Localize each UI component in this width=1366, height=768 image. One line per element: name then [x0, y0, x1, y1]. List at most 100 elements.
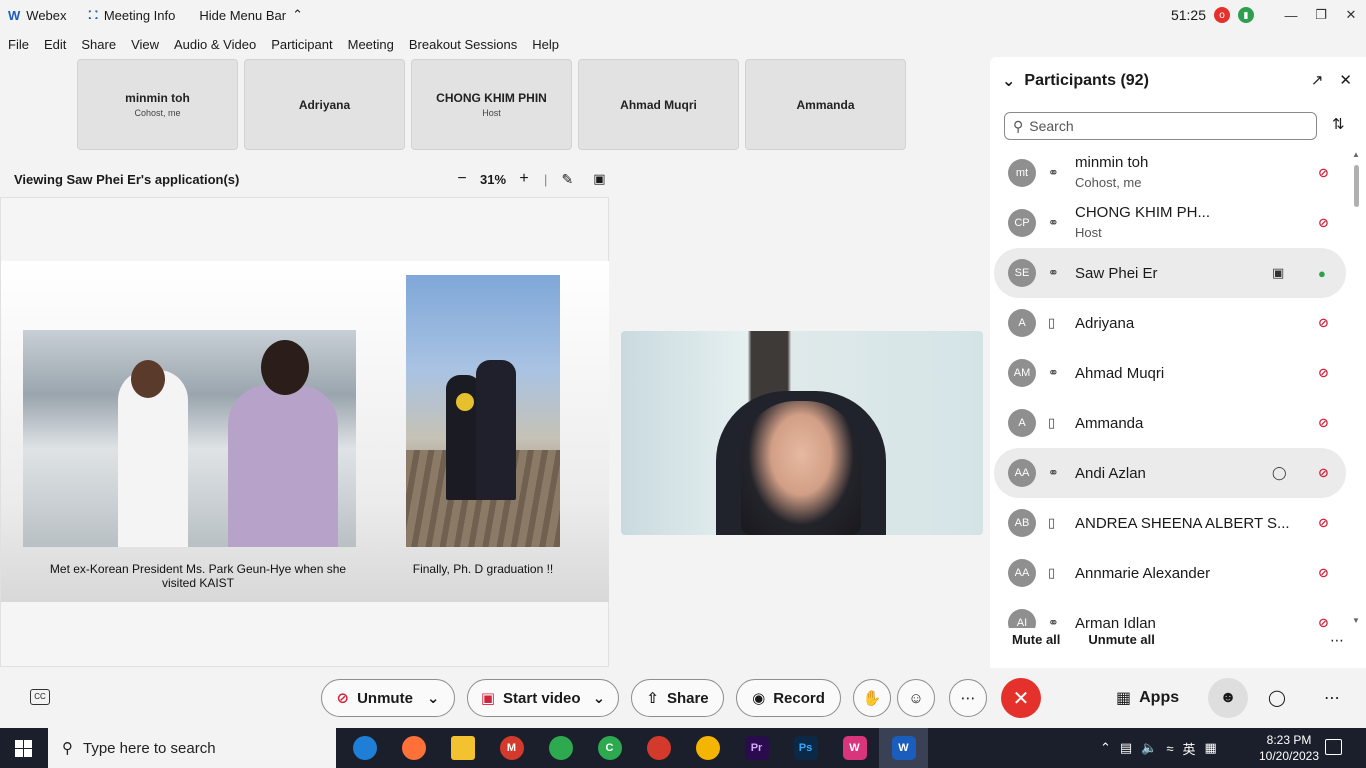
- participant-tile[interactable]: Ammanda: [745, 59, 906, 150]
- phone-icon: ▯: [1048, 315, 1056, 330]
- apps-button[interactable]: ▦ Apps: [1116, 688, 1179, 708]
- participants-panel: ⌄ Participants (92) ↗ ✕ ⚲ Search ⇅ mt ⚭ …: [990, 57, 1366, 668]
- mic-muted-icon[interactable]: ⊘: [1318, 615, 1329, 628]
- taskbar-app-webex[interactable]: W: [879, 728, 928, 768]
- participant-row[interactable]: A ▯ Adriyana ⊘: [994, 298, 1346, 348]
- mic-muted-icon[interactable]: ⊘: [1318, 215, 1329, 231]
- chevron-down-icon[interactable]: ⌄: [427, 689, 440, 707]
- taskbar-app-edge[interactable]: [340, 728, 389, 768]
- chevron-up-icon[interactable]: ⌃: [1100, 740, 1111, 756]
- pop-out-icon[interactable]: ↗: [1311, 71, 1324, 89]
- ime-grid-icon[interactable]: ▦: [1205, 740, 1217, 756]
- scroll-down-icon[interactable]: ▼: [1352, 616, 1360, 625]
- taskbar-app-chrome[interactable]: [683, 728, 732, 768]
- taskbar-app-premiere[interactable]: Pr: [732, 728, 781, 768]
- remote-control-icon[interactable]: ▣: [589, 171, 609, 187]
- more-options-icon[interactable]: ⋯: [949, 679, 987, 717]
- participant-row[interactable]: SE ⚭ Saw Phei Er ▣ ●: [994, 248, 1346, 298]
- meeting-info-button[interactable]: ⛚ Meeting Info: [89, 7, 176, 23]
- participant-tile[interactable]: CHONG KHIM PHIN Host: [411, 59, 572, 150]
- chevron-down-icon[interactable]: ⌄: [593, 689, 606, 707]
- notifications-icon[interactable]: [1325, 739, 1342, 755]
- hide-menu-bar-button[interactable]: Hide Menu Bar ⌃: [199, 7, 303, 23]
- collapse-chevron-icon[interactable]: ⌄: [1002, 71, 1015, 91]
- zoom-out-button[interactable]: −: [452, 170, 472, 188]
- annotate-icon[interactable]: ✎: [557, 171, 577, 188]
- participant-row[interactable]: AB ▯ ANDREA SHEENA ALBERT S... ⊘: [994, 498, 1346, 548]
- unmute-all-button[interactable]: Unmute all: [1088, 632, 1154, 647]
- sort-icon[interactable]: ⇅: [1332, 115, 1345, 133]
- participant-row[interactable]: AA ▯ Annmarie Alexander ⊘: [994, 548, 1346, 598]
- chat-icon[interactable]: ◯: [1268, 688, 1286, 708]
- raise-hand-icon[interactable]: ✋: [853, 679, 891, 717]
- participant-tile[interactable]: Adriyana: [244, 59, 405, 150]
- more-panels-icon[interactable]: ⋯: [1324, 688, 1340, 708]
- menu-edit[interactable]: Edit: [44, 37, 66, 52]
- mic-muted-icon[interactable]: ⊘: [1318, 515, 1329, 531]
- share-button[interactable]: ⇧ Share: [631, 679, 724, 717]
- participant-row[interactable]: A ▯ Ammanda ⊘: [994, 398, 1346, 448]
- taskbar-app-chrome-2[interactable]: [536, 728, 585, 768]
- mic-on-icon[interactable]: ●: [1318, 266, 1326, 281]
- participant-video[interactable]: [621, 331, 983, 535]
- participant-row[interactable]: AI ⚭ Arman Idlan ⊘: [994, 598, 1346, 628]
- unmute-button[interactable]: ⊘ Unmute ⌄: [321, 679, 455, 717]
- taskbar-app-photoshop[interactable]: Ps: [781, 728, 830, 768]
- taskbar-search-input[interactable]: ⚲ Type here to search: [48, 728, 336, 768]
- mute-all-button[interactable]: Mute all: [1012, 632, 1060, 647]
- ime-mode-icon[interactable]: ▤: [1120, 740, 1132, 756]
- reactions-icon[interactable]: ☺: [897, 679, 935, 717]
- participant-tile[interactable]: Ahmad Muqri: [578, 59, 739, 150]
- record-button[interactable]: ◉ Record: [736, 679, 841, 717]
- close-panel-icon[interactable]: ✕: [1339, 71, 1352, 89]
- taskbar-clock[interactable]: 8:23 PM 10/20/2023: [1254, 732, 1324, 764]
- network-health-icon[interactable]: ▮: [1238, 7, 1254, 23]
- volume-icon[interactable]: 🔈: [1141, 740, 1157, 756]
- scroll-thumb[interactable]: [1354, 165, 1359, 207]
- taskbar-app-firefox[interactable]: [389, 728, 438, 768]
- scroll-up-icon[interactable]: ▲: [1352, 150, 1360, 159]
- windows-start-icon[interactable]: [15, 740, 32, 757]
- captions-icon[interactable]: CC: [30, 689, 50, 705]
- menu-meeting[interactable]: Meeting: [348, 37, 394, 52]
- close-window-button[interactable]: ✕: [1336, 7, 1366, 23]
- chat-icon[interactable]: ◯: [1272, 465, 1287, 481]
- participant-row[interactable]: mt ⚭ minmin toh Cohost, me ⊘: [994, 148, 1346, 198]
- menu-audio-video[interactable]: Audio & Video: [174, 37, 256, 52]
- participant-row[interactable]: AM ⚭ Ahmad Muqri ⊘: [994, 348, 1346, 398]
- start-video-button[interactable]: ▣ Start video ⌄: [467, 679, 619, 717]
- ime-language[interactable]: 英: [1183, 739, 1196, 758]
- leave-meeting-button[interactable]: ✕: [1001, 678, 1041, 718]
- participant-list-scrollbar[interactable]: ▲ ▼: [1350, 150, 1362, 625]
- participants-toggle-icon[interactable]: ☻: [1208, 678, 1248, 718]
- mic-muted-icon[interactable]: ⊘: [1318, 565, 1329, 581]
- participant-row[interactable]: AA ⚭ Andi Azlan ◯ ⊘: [994, 448, 1346, 498]
- minimize-button[interactable]: —: [1276, 8, 1306, 23]
- taskbar-app-explorer[interactable]: [438, 728, 487, 768]
- taskbar-app-chrome-3[interactable]: [634, 728, 683, 768]
- title-bar: W Webex ⛚ Meeting Info Hide Menu Bar ⌃ 5…: [0, 0, 1366, 30]
- panel-more-icon[interactable]: ⋯: [1330, 632, 1344, 649]
- participant-tile[interactable]: minmin toh Cohost, me: [77, 59, 238, 150]
- menu-share[interactable]: Share: [81, 37, 116, 52]
- mic-muted-icon[interactable]: ⊘: [1318, 315, 1329, 331]
- taskbar-app-wps[interactable]: W: [830, 728, 879, 768]
- recording-indicator-icon[interactable]: o: [1214, 7, 1230, 23]
- participant-row[interactable]: CP ⚭ CHONG KHIM PH... Host ⊘: [994, 198, 1346, 248]
- taskbar-app-chrome-c[interactable]: C: [585, 728, 634, 768]
- participant-search-input[interactable]: ⚲ Search: [1004, 112, 1317, 140]
- menu-participant[interactable]: Participant: [271, 37, 332, 52]
- menu-view[interactable]: View: [131, 37, 159, 52]
- taskbar-app-chrome-m[interactable]: M: [487, 728, 536, 768]
- menu-breakout-sessions[interactable]: Breakout Sessions: [409, 37, 517, 52]
- menu-help[interactable]: Help: [532, 37, 559, 52]
- tile-name: minmin toh: [125, 91, 190, 105]
- wifi-icon[interactable]: ≈: [1166, 741, 1173, 756]
- mic-muted-icon[interactable]: ⊘: [1318, 415, 1329, 431]
- menu-file[interactable]: File: [8, 37, 29, 52]
- restore-button[interactable]: ❐: [1306, 7, 1336, 23]
- mic-muted-icon[interactable]: ⊘: [1318, 465, 1329, 481]
- mic-muted-icon[interactable]: ⊘: [1318, 165, 1329, 181]
- mic-muted-icon[interactable]: ⊘: [1318, 365, 1329, 381]
- zoom-in-button[interactable]: +: [514, 170, 534, 188]
